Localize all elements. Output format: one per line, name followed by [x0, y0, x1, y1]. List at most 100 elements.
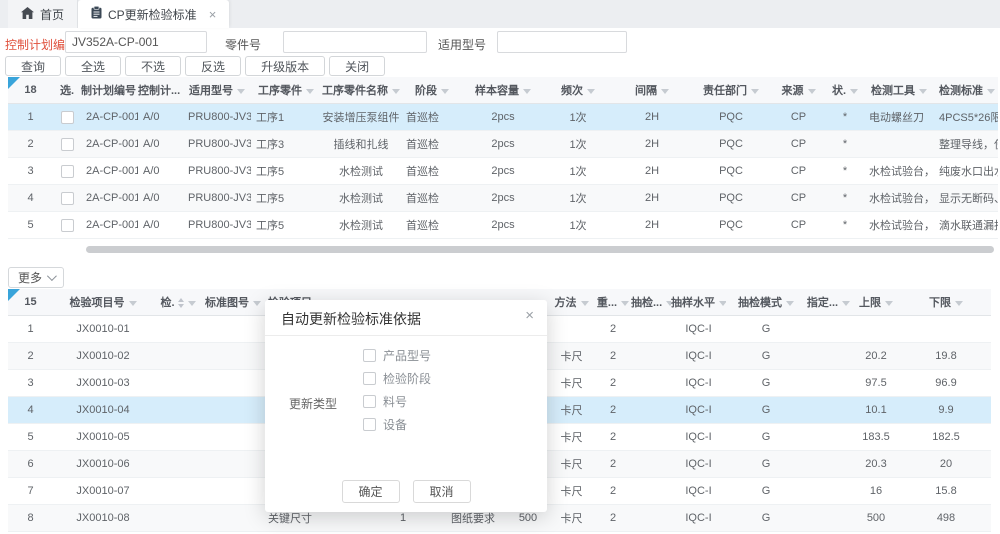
toolbar-button[interactable]: 关闭	[329, 56, 385, 76]
filter-icon[interactable]	[987, 89, 995, 94]
option-checkbox[interactable]	[363, 395, 376, 408]
column-header[interactable]: 来源	[771, 77, 826, 104]
filter-icon[interactable]	[786, 301, 794, 306]
part-no-input[interactable]	[283, 31, 427, 53]
column-header[interactable]: 间隔	[613, 77, 691, 104]
toolbar-button[interactable]: 升级版本	[245, 56, 325, 76]
column-header[interactable]: 工序零件名称	[321, 77, 401, 104]
select-all-corner-icon[interactable]	[8, 289, 20, 301]
column-header[interactable]: 工序零件	[251, 77, 321, 104]
update-type-option[interactable]: 设备	[363, 417, 431, 432]
cell: 20.2	[851, 343, 901, 370]
tab-close-icon[interactable]: ×	[209, 8, 217, 21]
column-header-label: 工序零件	[258, 85, 302, 97]
filter-icon[interactable]	[523, 89, 531, 94]
update-type-option[interactable]: 产品型号	[363, 348, 431, 363]
cell: IQC-I	[671, 451, 726, 478]
filter-icon[interactable]	[719, 301, 726, 306]
filter-icon[interactable]	[842, 301, 850, 306]
column-header[interactable]: 检测标准	[934, 77, 998, 104]
filter-icon[interactable]	[253, 301, 261, 306]
tab-home[interactable]: 首页	[8, 0, 78, 28]
sort-icon[interactable]	[178, 298, 184, 308]
option-checkbox[interactable]	[363, 418, 376, 431]
cell: 2	[595, 451, 631, 478]
row-checkbox[interactable]	[61, 192, 74, 205]
filter-icon[interactable]	[587, 89, 595, 94]
cell	[548, 316, 595, 343]
filter-icon[interactable]	[188, 301, 196, 306]
control-plan-input[interactable]	[65, 31, 207, 53]
row-checkbox[interactable]	[61, 111, 74, 124]
cell: 显示无断码、偏位	[934, 185, 998, 212]
column-header-label: 标准图号	[205, 297, 249, 309]
horizontal-scrollbar[interactable]	[86, 246, 994, 253]
row-checkbox[interactable]	[61, 165, 74, 178]
option-checkbox[interactable]	[363, 372, 376, 385]
column-header[interactable]: 抽样水平	[671, 289, 726, 316]
toolbar-button[interactable]: 查询	[5, 56, 61, 76]
column-header[interactable]: 样本容量	[463, 77, 543, 104]
table-row[interactable]: 32A-CP-001A/0PRU800-JV352A工序5水检测试首巡检2pcs…	[8, 158, 998, 185]
filter-icon[interactable]	[955, 301, 963, 306]
column-header[interactable]: 抽检模式	[726, 289, 806, 316]
cell	[203, 397, 263, 424]
cell	[203, 505, 263, 532]
filter-icon[interactable]	[621, 301, 629, 306]
column-header[interactable]: 上限	[851, 289, 901, 316]
select-all-corner-icon[interactable]	[8, 77, 20, 89]
update-type-option[interactable]: 检验阶段	[363, 371, 431, 386]
row-checkbox[interactable]	[61, 138, 74, 151]
table-row[interactable]: 22A-CP-001A/0PRU800-JV352A工序3插线和扎线首巡检2pc…	[8, 131, 998, 158]
filter-icon[interactable]	[919, 89, 927, 94]
column-header[interactable]: 重...	[595, 289, 631, 316]
column-header[interactable]: 频次	[543, 77, 613, 104]
column-header[interactable]: 责任部门	[691, 77, 771, 104]
filter-icon[interactable]	[581, 301, 589, 306]
more-button[interactable]: 更多	[8, 267, 64, 288]
column-header[interactable]: 检.	[153, 289, 203, 316]
confirm-button[interactable]: 确定	[342, 480, 400, 503]
cell	[851, 316, 901, 343]
column-header[interactable]: 抽检...	[631, 289, 671, 316]
column-header[interactable]: 下限	[901, 289, 991, 316]
filter-icon[interactable]	[237, 89, 245, 94]
column-header-label: 样本容量	[475, 85, 519, 97]
cancel-button[interactable]: 取消	[413, 480, 471, 503]
filter-icon[interactable]	[751, 89, 759, 94]
filter-icon[interactable]	[808, 89, 816, 94]
column-header[interactable]: 适用型号	[183, 77, 251, 104]
column-header[interactable]: 指定...	[806, 289, 851, 316]
dialog-close-icon[interactable]: ×	[525, 308, 534, 323]
column-header[interactable]: 标准图号	[203, 289, 263, 316]
toolbar-button[interactable]: 全选	[65, 56, 121, 76]
column-header-label: 制计划编号	[81, 85, 136, 97]
filter-icon[interactable]	[661, 89, 669, 94]
column-header[interactable]: 制计划编号	[81, 77, 138, 104]
column-header[interactable]: 状.	[826, 77, 864, 104]
option-checkbox[interactable]	[363, 349, 376, 362]
cell: *	[826, 212, 864, 239]
filter-icon[interactable]	[306, 89, 314, 94]
filter-icon[interactable]	[392, 89, 400, 94]
column-header[interactable]: 阶段	[401, 77, 463, 104]
column-header[interactable]: 控制计...	[138, 77, 183, 104]
table-row[interactable]: 52A-CP-001A/0PRU800-JV352A工序5水检测试首巡检2pcs…	[8, 212, 998, 239]
filter-icon[interactable]	[129, 301, 137, 306]
column-header-label: 抽样水平	[671, 297, 715, 309]
table-row[interactable]: 42A-CP-001A/0PRU800-JV352A工序5水检测试首巡检2pcs…	[8, 185, 998, 212]
column-header[interactable]: 检验项目号	[53, 289, 153, 316]
toolbar-button[interactable]: 反选	[185, 56, 241, 76]
model-input[interactable]	[497, 31, 627, 53]
filter-icon[interactable]	[441, 89, 449, 94]
filter-icon[interactable]	[885, 301, 893, 306]
filter-icon[interactable]	[850, 89, 858, 94]
update-type-option[interactable]: 料号	[363, 394, 431, 409]
tab-cp-update-standard[interactable]: CP更新检验标准 ×	[78, 0, 229, 28]
column-header[interactable]: 检测工具	[864, 77, 934, 104]
column-header[interactable]: 方法	[548, 289, 595, 316]
row-checkbox[interactable]	[61, 219, 74, 232]
table-row[interactable]: 12A-CP-001A/0PRU800-JV352A工序1安装增压泵组件首巡检2…	[8, 104, 998, 131]
cell	[631, 451, 671, 478]
toolbar-button[interactable]: 不选	[125, 56, 181, 76]
